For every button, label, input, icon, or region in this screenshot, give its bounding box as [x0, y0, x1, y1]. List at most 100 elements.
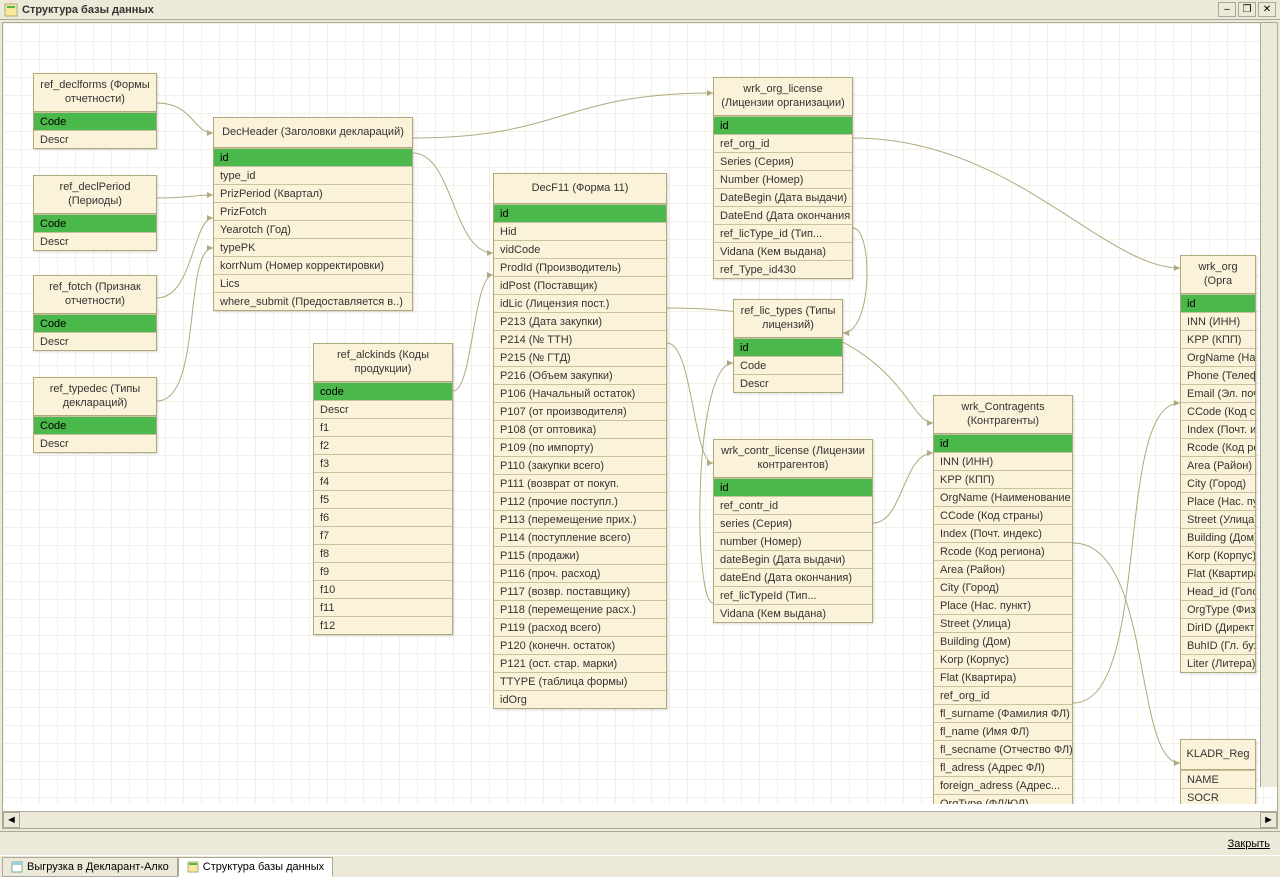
table-field[interactable]: Email (Эл. почта: [1181, 384, 1255, 402]
table-field[interactable]: id: [734, 338, 842, 356]
table-field[interactable]: id: [934, 434, 1072, 452]
table-field[interactable]: f9: [314, 562, 452, 580]
table-field[interactable]: f6: [314, 508, 452, 526]
table-field[interactable]: Code: [734, 356, 842, 374]
table-field[interactable]: OrgType (Физ./г: [1181, 600, 1255, 618]
table-field[interactable]: Index (Почт. ин: [1181, 420, 1255, 438]
table-field[interactable]: Code: [34, 416, 156, 434]
table-field[interactable]: f8: [314, 544, 452, 562]
table-wrk_contr_license[interactable]: wrk_contr_license (Лицензии контрагентов…: [713, 439, 873, 623]
table-field[interactable]: Area (Район): [1181, 456, 1255, 474]
table-field[interactable]: Street (Улица): [934, 614, 1072, 632]
table-field[interactable]: P113 (перемещение прих.): [494, 510, 666, 528]
table-field[interactable]: ref_org_id: [934, 686, 1072, 704]
table-field[interactable]: where_submit (Предоставляется в..): [214, 292, 412, 310]
table-field[interactable]: NAME: [1181, 770, 1255, 788]
table-field[interactable]: PrizPeriod (Квартал): [214, 184, 412, 202]
table-field[interactable]: Place (Нас. пун: [1181, 492, 1255, 510]
table-field[interactable]: P109 (по импорту): [494, 438, 666, 456]
table-field[interactable]: f4: [314, 472, 452, 490]
table-field[interactable]: P121 (ост. стар. марки): [494, 654, 666, 672]
table-field[interactable]: idPost (Поставщик): [494, 276, 666, 294]
scroll-right-button[interactable]: ►: [1260, 812, 1277, 828]
table-field[interactable]: Area (Район): [934, 560, 1072, 578]
table-field[interactable]: foreign_adress (Адрес...: [934, 776, 1072, 794]
table-field[interactable]: City (Город): [1181, 474, 1255, 492]
table-ref_declPeriod[interactable]: ref_declPeriod (Периоды)CodeDescr: [33, 175, 157, 251]
table-field[interactable]: Place (Нас. пункт): [934, 596, 1072, 614]
table-field[interactable]: f1: [314, 418, 452, 436]
table-field[interactable]: Flat (Квартира): [1181, 564, 1255, 582]
table-field[interactable]: number (Номер): [714, 532, 872, 550]
table-field[interactable]: f12: [314, 616, 452, 634]
table-field[interactable]: korrNum (Номер корректировки): [214, 256, 412, 274]
table-field[interactable]: P214 (№ ТТН): [494, 330, 666, 348]
table-field[interactable]: P110 (закупки всего): [494, 456, 666, 474]
table-field[interactable]: INN (ИНН): [934, 452, 1072, 470]
table-field[interactable]: f3: [314, 454, 452, 472]
table-field[interactable]: Korp (Корпус): [1181, 546, 1255, 564]
table-field[interactable]: Rcode (Код региона): [934, 542, 1072, 560]
table-field[interactable]: code: [314, 382, 452, 400]
table-field[interactable]: Code: [34, 112, 156, 130]
table-kladr_reg[interactable]: KLADR_RegNAMESOCRCODE: [1180, 739, 1256, 804]
table-field[interactable]: ProdId (Производитель): [494, 258, 666, 276]
table-field[interactable]: P114 (поступление всего): [494, 528, 666, 546]
table-field[interactable]: Phone (Телефо: [1181, 366, 1255, 384]
task-export[interactable]: Выгрузка в Декларант-Алко: [2, 857, 178, 877]
table-field[interactable]: P116 (проч. расход): [494, 564, 666, 582]
table-ref_typedec[interactable]: ref_typedec (Типы деклараций)CodeDescr: [33, 377, 157, 453]
table-field[interactable]: Vidana (Кем выдана): [714, 604, 872, 622]
table-field[interactable]: id: [494, 204, 666, 222]
table-field[interactable]: Descr: [34, 332, 156, 350]
table-field[interactable]: id: [214, 148, 412, 166]
table-field[interactable]: KPP (КПП): [934, 470, 1072, 488]
table-wrk_org[interactable]: wrk_org (ОргаidINN (ИНН)KPP (КПП)OrgName…: [1180, 255, 1256, 673]
table-field[interactable]: Index (Почт. индекс): [934, 524, 1072, 542]
table-field[interactable]: Code: [34, 214, 156, 232]
table-field[interactable]: P106 (Начальный остаток): [494, 384, 666, 402]
table-ref_fotch[interactable]: ref_fotch (Признак отчетности)CodeDescr: [33, 275, 157, 351]
table-field[interactable]: INN (ИНН): [1181, 312, 1255, 330]
table-field[interactable]: DateEnd (Дата окончания: [714, 206, 852, 224]
table-field[interactable]: P117 (возвр. поставщику): [494, 582, 666, 600]
table-field[interactable]: Flat (Квартира): [934, 668, 1072, 686]
table-field[interactable]: Korp (Корпус): [934, 650, 1072, 668]
table-field[interactable]: City (Город): [934, 578, 1072, 596]
table-wrk_contragents[interactable]: wrk_Contragents (Контрагенты)idINN (ИНН)…: [933, 395, 1073, 804]
table-field[interactable]: P112 (прочие поступл.): [494, 492, 666, 510]
table-field[interactable]: id: [714, 478, 872, 496]
table-field[interactable]: vidCode: [494, 240, 666, 258]
scroll-left-button[interactable]: ◄: [3, 812, 20, 828]
table-field[interactable]: DateBegin (Дата выдачи): [714, 188, 852, 206]
table-field[interactable]: Building (Дом): [934, 632, 1072, 650]
table-decf11[interactable]: DecF11 (Форма 11)idHidvidCodeProdId (Про…: [493, 173, 667, 709]
table-field[interactable]: CCode (Код страны): [934, 506, 1072, 524]
table-field[interactable]: P111 (возврат от покуп.: [494, 474, 666, 492]
table-field[interactable]: P120 (конечн. остаток): [494, 636, 666, 654]
table-field[interactable]: P216 (Объем закупки): [494, 366, 666, 384]
table-field[interactable]: PrizFotch: [214, 202, 412, 220]
table-field[interactable]: type_id: [214, 166, 412, 184]
table-field[interactable]: OrgName (Наименование: [934, 488, 1072, 506]
vertical-scrollbar[interactable]: [1260, 23, 1277, 787]
table-field[interactable]: P119 (расход всего): [494, 618, 666, 636]
table-field[interactable]: idLic (Лицензия пост.): [494, 294, 666, 312]
table-field[interactable]: TTYPE (таблица формы): [494, 672, 666, 690]
table-field[interactable]: Lics: [214, 274, 412, 292]
table-field[interactable]: SOCR: [1181, 788, 1255, 804]
table-field[interactable]: f10: [314, 580, 452, 598]
table-ref_alckinds[interactable]: ref_alckinds (Коды продукции)codeDescrf1…: [313, 343, 453, 635]
diagram-canvas[interactable]: ref_declforms (Формы отчетности)CodeDesc…: [3, 23, 1277, 804]
table-field[interactable]: id: [714, 116, 852, 134]
table-ref_lic_types[interactable]: ref_lic_types (Типы лицензий)idCodeDescr: [733, 299, 843, 393]
table-field[interactable]: Building (Дом): [1181, 528, 1255, 546]
table-wrk_org_license[interactable]: wrk_org_license (Лицензии организации)id…: [713, 77, 853, 279]
table-field[interactable]: Code: [34, 314, 156, 332]
horizontal-scrollbar[interactable]: ◄ ►: [3, 811, 1277, 828]
table-field[interactable]: Descr: [734, 374, 842, 392]
table-field[interactable]: Rcode (Код рег: [1181, 438, 1255, 456]
table-field[interactable]: dateBegin (Дата выдачи): [714, 550, 872, 568]
table-field[interactable]: Hid: [494, 222, 666, 240]
table-field[interactable]: idOrg: [494, 690, 666, 708]
